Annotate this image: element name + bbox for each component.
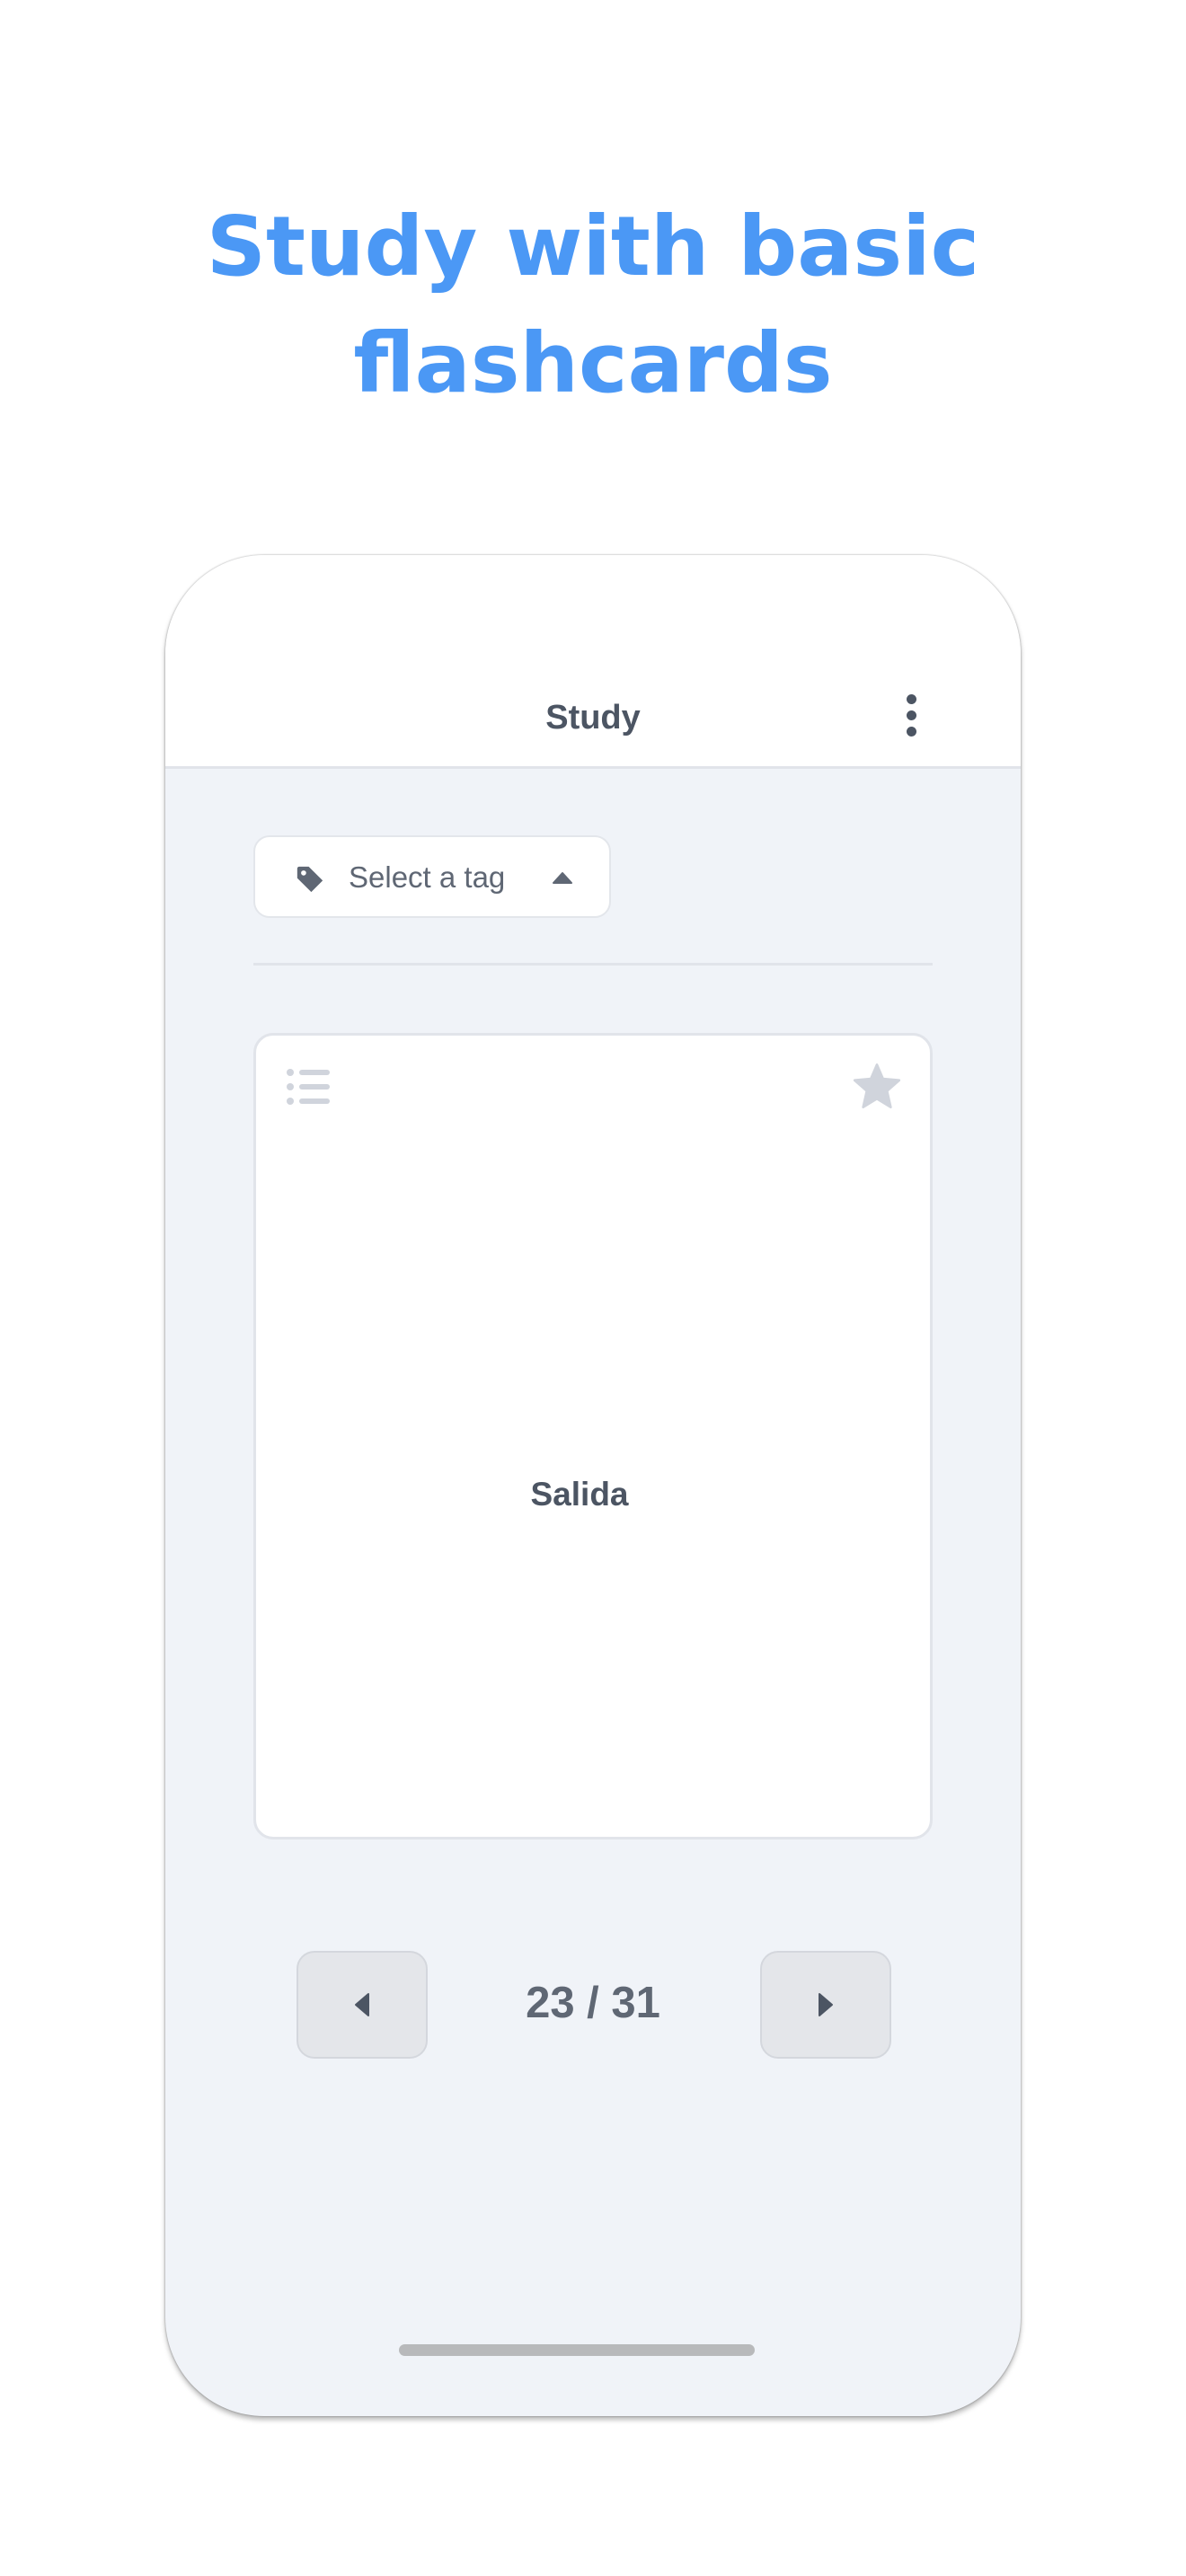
card-counter: 23 / 31	[526, 1979, 660, 2027]
divider	[253, 963, 933, 966]
flashcard[interactable]: Salida	[253, 1033, 933, 1839]
app-header: Study	[165, 555, 1021, 769]
flashcard-word: Salida	[530, 1476, 629, 1513]
tag-select-dropdown[interactable]: Select a tag	[253, 835, 611, 918]
home-indicator	[399, 2344, 755, 2356]
headline-line-1: Study with basic	[206, 198, 980, 295]
headline-line-2: flashcards	[353, 315, 833, 411]
headline: Study with basic flashcards	[0, 189, 1186, 422]
caret-right-icon	[819, 1993, 833, 2016]
tag-select-label: Select a tag	[349, 860, 506, 894]
caret-up-icon	[553, 872, 572, 884]
tag-icon	[296, 866, 323, 893]
list-icon[interactable]	[287, 1068, 332, 1106]
star-icon[interactable]	[853, 1063, 901, 1109]
phone-frame: Study Select a tag Salida 23 / 31	[165, 555, 1021, 2416]
more-vertical-icon[interactable]	[893, 688, 929, 742]
next-card-button[interactable]	[760, 1951, 891, 2059]
